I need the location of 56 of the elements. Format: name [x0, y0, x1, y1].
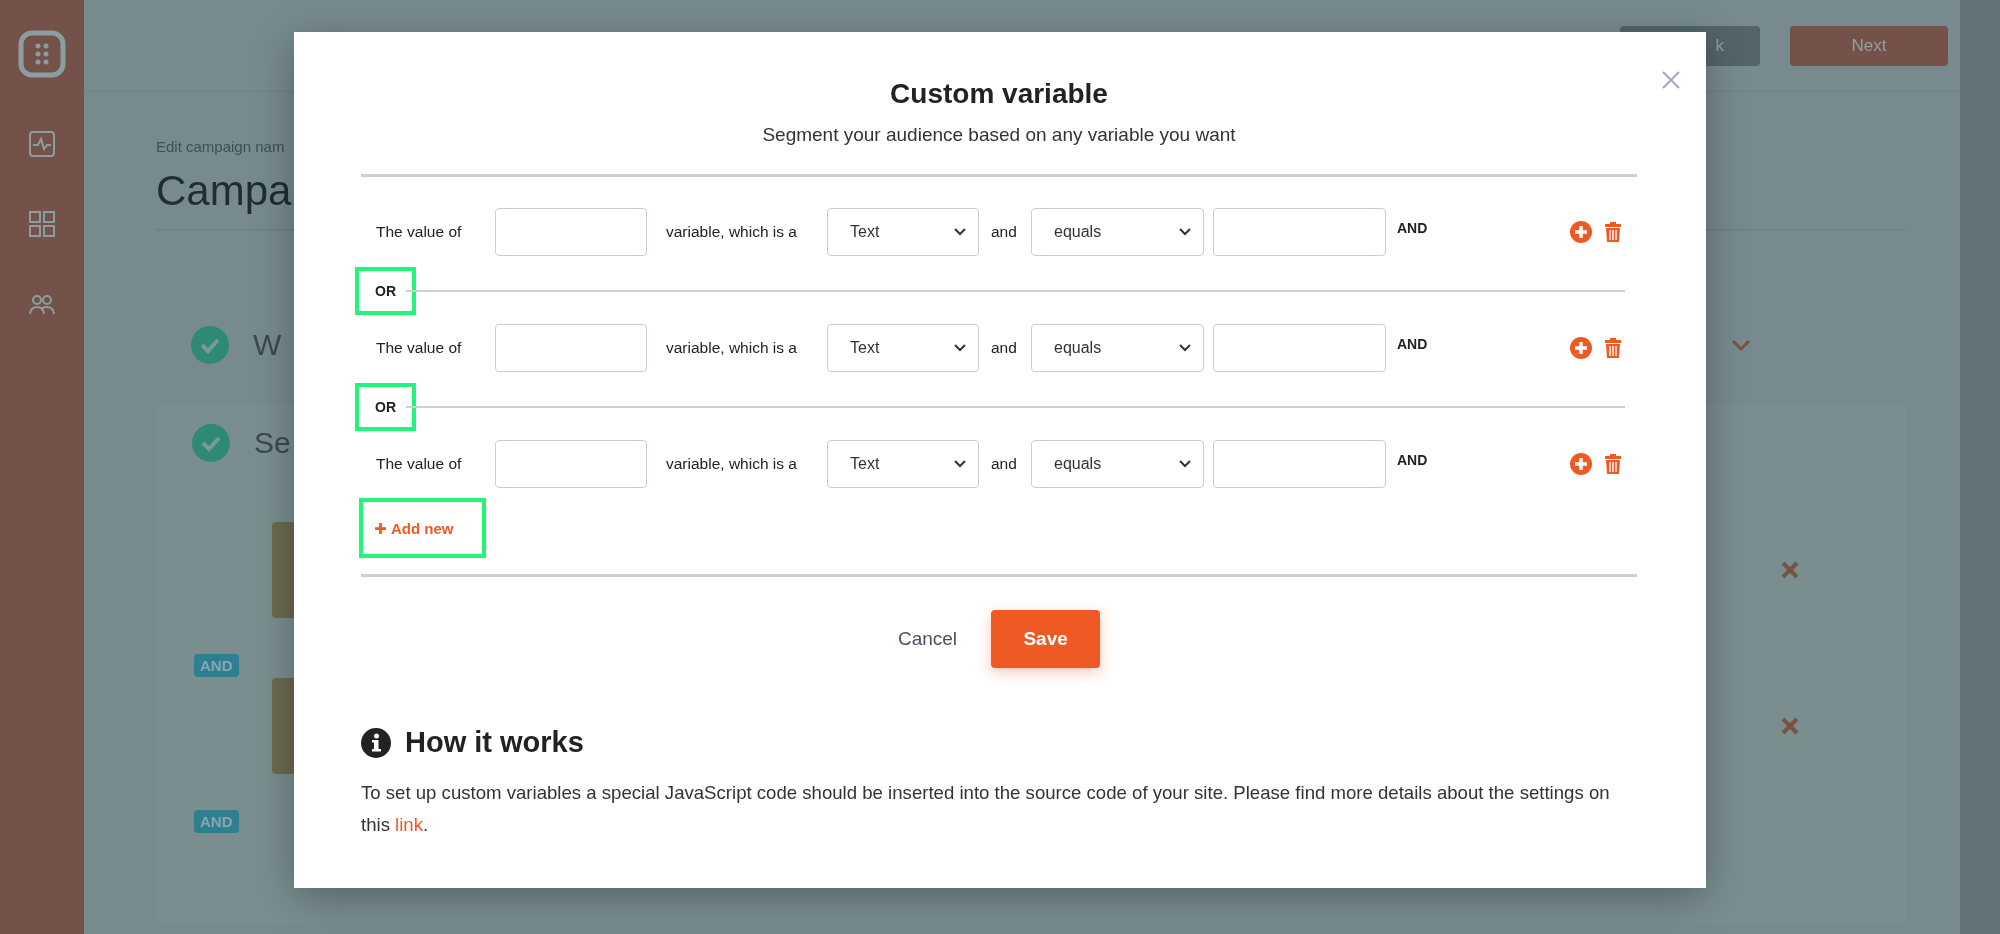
type-select[interactable]: Text	[827, 324, 979, 372]
close-icon[interactable]	[1780, 716, 1800, 736]
condition-label: The value of	[376, 455, 463, 473]
condition-label: and	[991, 455, 1018, 473]
close-icon[interactable]	[1661, 70, 1681, 90]
variable-input[interactable]	[495, 324, 647, 372]
chevron-down-icon[interactable]	[1179, 344, 1191, 352]
condition-label: variable, which is a	[666, 455, 798, 473]
trash-icon[interactable]	[1604, 453, 1622, 475]
trash-icon[interactable]	[1604, 221, 1622, 243]
and-badge: AND	[194, 810, 239, 833]
activity-icon[interactable]	[28, 130, 56, 158]
modal-title: Custom variable	[889, 78, 1109, 110]
chevron-down-icon[interactable]	[954, 228, 966, 236]
add-circle-icon[interactable]	[1570, 337, 1592, 359]
plus-icon[interactable]	[375, 522, 386, 534]
and-label: AND	[1397, 336, 1428, 352]
grid-icon[interactable]	[28, 210, 56, 238]
condition-label: The value of	[376, 223, 463, 241]
step-title: Se	[254, 426, 291, 460]
chevron-down-icon[interactable]	[1179, 460, 1191, 468]
value-input[interactable]	[1213, 440, 1386, 488]
type-select[interactable]: Text	[827, 208, 979, 256]
variable-input[interactable]	[495, 440, 647, 488]
value-input[interactable]	[1213, 324, 1386, 372]
or-label: OR	[355, 383, 416, 431]
condition-label: The value of	[376, 339, 463, 357]
add-circle-icon[interactable]	[1570, 221, 1592, 243]
step-title: W	[253, 328, 282, 362]
condition-label: variable, which is a	[666, 223, 798, 241]
and-label: AND	[1397, 220, 1428, 236]
info-icon	[361, 727, 391, 758]
operator-select[interactable]: equals	[1031, 440, 1204, 488]
condition-label: and	[991, 223, 1018, 241]
type-select[interactable]: Text	[827, 440, 979, 488]
close-icon[interactable]	[1780, 560, 1800, 580]
or-label: OR	[355, 267, 416, 315]
variable-input[interactable]	[495, 208, 647, 256]
value-input[interactable]	[1213, 208, 1386, 256]
logo-icon[interactable]	[18, 30, 66, 78]
modal-subtitle: Segment your audience based on any variable you want	[761, 124, 1237, 146]
chevron-down-icon[interactable]	[954, 460, 966, 468]
chevron-down-icon[interactable]	[954, 344, 966, 352]
help-title: How it works	[405, 726, 584, 759]
condition-label: variable, which is a	[666, 339, 798, 357]
and-label: AND	[1397, 452, 1428, 468]
chevron-down-icon[interactable]	[1179, 228, 1191, 236]
cancel-button[interactable]: Cancel	[897, 610, 958, 668]
operator-select[interactable]: equals	[1031, 208, 1204, 256]
add-circle-icon[interactable]	[1570, 453, 1592, 475]
edit-label: Edit campaign nam	[156, 138, 286, 155]
trash-icon[interactable]	[1604, 337, 1622, 359]
condition-label: and	[991, 339, 1018, 357]
operator-select[interactable]: equals	[1031, 324, 1204, 372]
help-paragraph: To set up custom variables a special JavaScript code should be inserted into the source code of your site. Please find more details about the settings on this link.	[361, 781, 1611, 837]
and-badge: AND	[194, 654, 239, 677]
